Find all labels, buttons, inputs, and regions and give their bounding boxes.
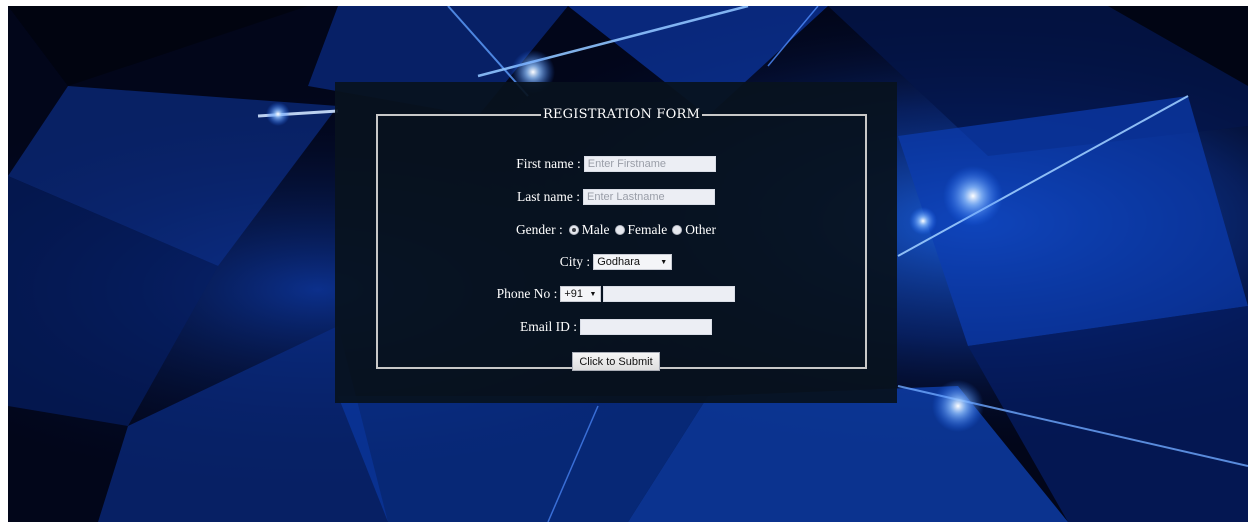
last-name-row: Last name : <box>335 189 897 205</box>
female-label: Female <box>627 222 668 237</box>
phone-number-input[interactable] <box>603 286 736 302</box>
chevron-down-icon: ▼ <box>660 258 668 266</box>
gender-option-male[interactable]: Male <box>568 222 610 238</box>
chevron-down-icon: ▼ <box>589 290 597 298</box>
phone-label: Phone No : <box>496 286 558 301</box>
gender-row: Gender : Male Female Other <box>335 222 897 238</box>
page-background: REGISTRATION FORM First name : Last name… <box>8 6 1248 522</box>
female-radio[interactable] <box>614 225 625 235</box>
other-label: Other <box>685 222 717 237</box>
submit-button[interactable]: Click to Submit <box>572 352 660 371</box>
country-code-value: +91 <box>564 288 584 300</box>
gender-label: Gender : <box>515 222 563 237</box>
male-label: Male <box>581 222 610 237</box>
email-row: Email ID : <box>335 319 897 335</box>
submit-row: Click to Submit <box>335 352 897 371</box>
city-selected-value: Godhara <box>597 256 640 268</box>
form-legend: REGISTRATION FORM <box>543 107 700 122</box>
registration-panel: REGISTRATION FORM First name : Last name… <box>335 82 897 403</box>
last-name-label: Last name : <box>517 189 580 204</box>
last-name-input[interactable] <box>582 189 715 205</box>
email-label: Email ID : <box>520 319 577 334</box>
first-name-input[interactable] <box>583 156 716 172</box>
phone-row: Phone No : +91 ▼ <box>335 286 897 302</box>
gender-option-other[interactable]: Other <box>672 222 716 238</box>
email-input[interactable] <box>580 319 712 335</box>
city-row: City : Godhara ▼ <box>335 254 897 270</box>
city-select[interactable]: Godhara ▼ <box>593 254 673 270</box>
male-radio[interactable] <box>568 225 579 235</box>
gender-option-female[interactable]: Female <box>614 222 668 238</box>
city-label: City : <box>559 254 591 269</box>
first-name-row: First name : <box>335 156 897 172</box>
other-radio[interactable] <box>672 225 683 235</box>
country-code-select[interactable]: +91 ▼ <box>560 286 602 302</box>
first-name-label: First name : <box>516 156 581 171</box>
